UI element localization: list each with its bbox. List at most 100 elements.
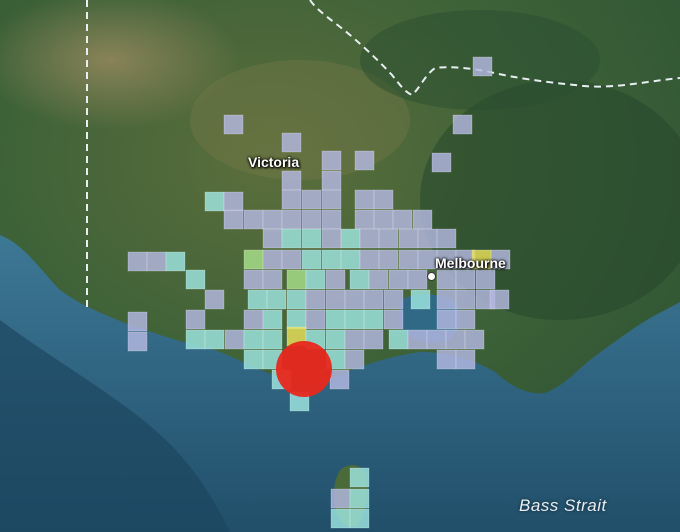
intensity-cell[interactable] xyxy=(262,309,283,330)
intensity-cell[interactable] xyxy=(185,329,206,350)
intensity-cell[interactable] xyxy=(321,150,342,171)
intensity-cell[interactable] xyxy=(243,349,264,370)
intensity-cell[interactable] xyxy=(398,249,419,270)
intensity-cell[interactable] xyxy=(286,269,307,290)
intensity-cell[interactable] xyxy=(417,228,438,249)
intensity-cell[interactable] xyxy=(354,189,375,210)
intensity-cell[interactable] xyxy=(383,309,404,330)
intensity-cell[interactable] xyxy=(127,331,148,352)
intensity-cell[interactable] xyxy=(286,309,307,330)
intensity-cell[interactable] xyxy=(281,170,302,191)
intensity-cell[interactable] xyxy=(301,228,322,249)
intensity-cell[interactable] xyxy=(321,189,342,210)
intensity-cell[interactable] xyxy=(330,488,351,509)
intensity-cell[interactable] xyxy=(340,228,361,249)
intensity-cell[interactable] xyxy=(266,289,287,310)
intensity-cell[interactable] xyxy=(363,329,384,350)
intensity-cell[interactable] xyxy=(436,289,457,310)
intensity-cell[interactable] xyxy=(204,191,225,212)
intensity-cell[interactable] xyxy=(388,269,409,290)
intensity-cell[interactable] xyxy=(185,269,206,290)
intensity-cell[interactable] xyxy=(455,269,476,290)
intensity-cell[interactable] xyxy=(185,309,206,330)
satellite-map[interactable]: Victoria Melbourne Bass Strait xyxy=(0,0,680,532)
intensity-cell[interactable] xyxy=(436,349,457,370)
intensity-cell[interactable] xyxy=(354,150,375,171)
intensity-cell[interactable] xyxy=(349,269,370,290)
intensity-cell[interactable] xyxy=(455,309,476,330)
intensity-cell[interactable] xyxy=(146,251,167,272)
intensity-cell[interactable] xyxy=(281,249,302,270)
intensity-cell[interactable] xyxy=(243,309,264,330)
intensity-cell[interactable] xyxy=(325,329,346,350)
intensity-cell[interactable] xyxy=(329,369,350,390)
intensity-cell[interactable] xyxy=(281,132,302,153)
intensity-cell[interactable] xyxy=(363,289,384,310)
intensity-cell[interactable] xyxy=(301,209,322,230)
intensity-cell[interactable] xyxy=(436,269,457,290)
intensity-cell[interactable] xyxy=(410,289,431,310)
intensity-cell[interactable] xyxy=(407,329,428,350)
intensity-cell[interactable] xyxy=(247,289,268,310)
intensity-cell[interactable] xyxy=(388,329,409,350)
intensity-cell[interactable] xyxy=(325,269,346,290)
intensity-cell[interactable] xyxy=(204,329,225,350)
intensity-cell[interactable] xyxy=(301,189,322,210)
intensity-cell[interactable] xyxy=(305,269,326,290)
intensity-cell[interactable] xyxy=(344,349,365,370)
intensity-cell[interactable] xyxy=(286,289,307,310)
intensity-cell[interactable] xyxy=(281,228,302,249)
intensity-cell[interactable] xyxy=(354,209,375,230)
intensity-cell[interactable] xyxy=(436,228,457,249)
intensity-cell[interactable] xyxy=(349,488,370,509)
intensity-cell[interactable] xyxy=(368,269,389,290)
intensity-cell[interactable] xyxy=(305,289,326,310)
intensity-cell[interactable] xyxy=(383,289,404,310)
intensity-cell[interactable] xyxy=(373,209,394,230)
intensity-cell[interactable] xyxy=(262,269,283,290)
intensity-cell[interactable] xyxy=(204,289,225,310)
intensity-cell[interactable] xyxy=(344,329,365,350)
intensity-cell[interactable] xyxy=(412,209,433,230)
intensity-cell[interactable] xyxy=(489,289,510,310)
intensity-cell[interactable] xyxy=(321,249,342,270)
intensity-cell[interactable] xyxy=(281,209,302,230)
intensity-cell[interactable] xyxy=(262,249,283,270)
intensity-cell[interactable] xyxy=(472,56,493,77)
intensity-cell[interactable] xyxy=(224,329,245,350)
intensity-cell[interactable] xyxy=(475,269,496,290)
intensity-cell[interactable] xyxy=(359,249,380,270)
intensity-cell[interactable] xyxy=(262,209,283,230)
intensity-cell[interactable] xyxy=(243,249,264,270)
intensity-cell[interactable] xyxy=(243,269,264,290)
event-marker-icon[interactable] xyxy=(276,341,332,397)
intensity-cell[interactable] xyxy=(262,329,283,350)
intensity-cell[interactable] xyxy=(281,189,302,210)
intensity-cell[interactable] xyxy=(445,329,466,350)
intensity-cell[interactable] xyxy=(127,311,148,332)
intensity-cell[interactable] xyxy=(452,114,473,135)
intensity-cell[interactable] xyxy=(243,209,264,230)
intensity-cell[interactable] xyxy=(165,251,186,272)
intensity-cell[interactable] xyxy=(455,289,476,310)
intensity-cell[interactable] xyxy=(301,249,322,270)
intensity-cell[interactable] xyxy=(223,114,244,135)
intensity-cell[interactable] xyxy=(378,228,399,249)
intensity-cell[interactable] xyxy=(321,209,342,230)
intensity-cell[interactable] xyxy=(373,189,394,210)
intensity-cell[interactable] xyxy=(340,249,361,270)
intensity-cell[interactable] xyxy=(464,329,485,350)
intensity-cell[interactable] xyxy=(349,508,370,529)
intensity-cell[interactable] xyxy=(436,309,457,330)
intensity-cell[interactable] xyxy=(223,191,244,212)
intensity-cell[interactable] xyxy=(243,329,264,350)
intensity-cell[interactable] xyxy=(223,209,244,230)
intensity-cell[interactable] xyxy=(431,152,452,173)
intensity-cell[interactable] xyxy=(321,170,342,191)
intensity-cell[interactable] xyxy=(349,467,370,488)
intensity-cell[interactable] xyxy=(455,349,476,370)
intensity-cell[interactable] xyxy=(363,309,384,330)
intensity-cell[interactable] xyxy=(344,309,365,330)
intensity-cell[interactable] xyxy=(378,249,399,270)
intensity-cell[interactable] xyxy=(359,228,380,249)
